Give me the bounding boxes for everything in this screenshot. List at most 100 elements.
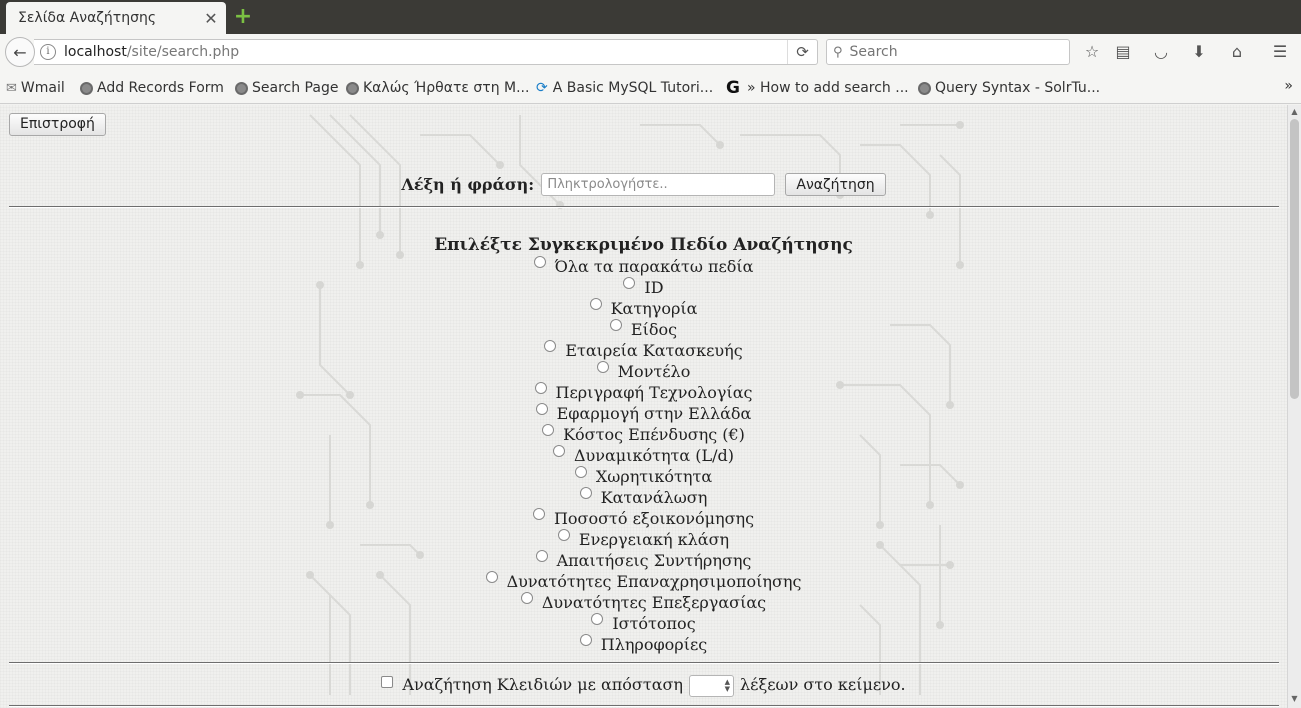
radio-button[interactable] bbox=[533, 256, 546, 268]
radio-button[interactable] bbox=[557, 529, 570, 541]
radio-button[interactable] bbox=[579, 634, 592, 646]
field-option-label: ID bbox=[644, 278, 664, 297]
radio-button[interactable] bbox=[591, 613, 604, 625]
bookmark-add-records[interactable]: Add Records Form bbox=[80, 78, 224, 98]
field-option-processing[interactable]: Δυνατότητες Επεξεργασίας bbox=[0, 592, 1287, 613]
bookmark-mysql-tutorial[interactable]: ⟳ A Basic MySQL Tutori... bbox=[536, 78, 713, 98]
bookmark-wmail[interactable]: ✉ Wmail bbox=[6, 78, 65, 98]
field-option-category[interactable]: Κατηγορία bbox=[0, 298, 1287, 319]
field-option-label: Απαιτήσεις Συντήρησης bbox=[556, 551, 752, 570]
browser-search-bar[interactable]: ⚲ bbox=[826, 39, 1070, 65]
url-path: /site/search.php bbox=[126, 44, 240, 60]
bookmark-how-to-add-search[interactable]: G » How to add search ... bbox=[726, 78, 909, 98]
url-bar[interactable]: i localhost/site/search.php ⟳ bbox=[34, 39, 818, 65]
bookmark-label: Wmail bbox=[20, 80, 65, 96]
radio-button[interactable] bbox=[609, 319, 622, 331]
field-option-label: Εφαρμογή στην Ελλάδα bbox=[556, 404, 752, 423]
keyword-distance-label: Αναζήτηση Κλειδιών με απόσταση bbox=[402, 675, 684, 694]
radio-button[interactable] bbox=[534, 382, 547, 394]
search-icon: ⚲ bbox=[833, 44, 843, 60]
field-radio-list: Όλα τα παρακάτω πεδία ID Κατηγορία Είδος… bbox=[0, 256, 1287, 655]
scroll-up-icon[interactable]: ▲ bbox=[1288, 107, 1301, 119]
reading-list-icon[interactable]: ▤ bbox=[1111, 40, 1135, 64]
bookmark-label: Search Page bbox=[252, 80, 339, 96]
search-button[interactable]: Αναζήτηση bbox=[785, 173, 886, 196]
new-tab-icon[interactable]: + bbox=[232, 6, 254, 28]
mysql-icon: ⟳ bbox=[536, 80, 548, 96]
radio-button[interactable] bbox=[574, 466, 587, 478]
bookmark-query-syntax[interactable]: Query Syntax - SolrTu... bbox=[918, 78, 1100, 98]
field-option-label: Μοντέλο bbox=[617, 362, 691, 381]
browser-titlebar: Σελίδα Αναζήτησης ✕ + bbox=[0, 0, 1301, 34]
radio-button[interactable] bbox=[542, 424, 555, 436]
close-tab-icon[interactable]: ✕ bbox=[204, 9, 218, 28]
radio-button[interactable] bbox=[623, 277, 636, 289]
field-option-label: Χωρητικότητα bbox=[595, 467, 713, 486]
globe-icon bbox=[80, 81, 93, 95]
bookmarks-overflow-icon[interactable]: » bbox=[1284, 78, 1293, 94]
field-option-savings-rate[interactable]: Ποσοστό εξοικονόμησης bbox=[0, 508, 1287, 529]
back-arrow-icon[interactable]: ← bbox=[5, 37, 35, 67]
bookmarks-toolbar: ✉ Wmail Add Records Form Search Page Καλ… bbox=[0, 70, 1301, 104]
radio-button[interactable] bbox=[596, 361, 609, 373]
search-row: Λέξη ή φράση: Αναζήτηση bbox=[0, 173, 1287, 199]
word-distance-stepper[interactable]: ▲ ▼ bbox=[689, 674, 735, 697]
browser-tab[interactable]: Σελίδα Αναζήτησης ✕ bbox=[6, 2, 226, 34]
bookmark-star-icon[interactable]: ☆ bbox=[1080, 40, 1104, 64]
radio-button[interactable] bbox=[535, 403, 548, 415]
divider bbox=[9, 206, 1279, 208]
hamburger-menu-icon[interactable]: ☰ bbox=[1268, 40, 1292, 64]
download-icon[interactable]: ⬇ bbox=[1187, 40, 1211, 64]
radio-button[interactable] bbox=[520, 592, 533, 604]
field-option-info[interactable]: Πληροφορίες bbox=[0, 634, 1287, 655]
field-option-label: Ιστότοπος bbox=[612, 614, 696, 633]
field-option-reuse[interactable]: Δυνατότητες Επαναχρησιμοποίησης bbox=[0, 571, 1287, 592]
search-input[interactable] bbox=[541, 173, 776, 196]
radio-button[interactable] bbox=[552, 445, 565, 457]
navigation-toolbar: i localhost/site/search.php ⟳ ← ⚲ ☆ ▤ ◡ … bbox=[0, 34, 1301, 70]
radio-button[interactable] bbox=[579, 487, 592, 499]
field-option-volume[interactable]: Χωρητικότητα bbox=[0, 466, 1287, 487]
field-option-model[interactable]: Μοντέλο bbox=[0, 361, 1287, 382]
field-option-type[interactable]: Είδος bbox=[0, 319, 1287, 340]
field-option-manufacturer[interactable]: Εταιρεία Κατασκευής bbox=[0, 340, 1287, 361]
home-icon[interactable]: ⌂ bbox=[1225, 40, 1249, 64]
field-option-investment-cost[interactable]: Κόστος Επένδυσης (€) bbox=[0, 424, 1287, 445]
field-option-maintenance[interactable]: Απαιτήσεις Συντήρησης bbox=[0, 550, 1287, 571]
field-option-id[interactable]: ID bbox=[0, 277, 1287, 298]
field-option-energy-class[interactable]: Ενεργειακή κλάση bbox=[0, 529, 1287, 550]
search-label: Λέξη ή φράση: bbox=[401, 175, 535, 194]
pocket-icon[interactable]: ◡ bbox=[1149, 40, 1173, 64]
page-scrollbar[interactable]: ▲ ▼ bbox=[1287, 105, 1301, 708]
keyword-distance-row: Αναζήτηση Κλειδιών με απόσταση ▲ ▼ λέξεων σ… bbox=[0, 673, 1287, 697]
radio-button[interactable] bbox=[589, 298, 602, 310]
field-option-label: Ποσοστό εξοικονόμησης bbox=[553, 509, 755, 528]
radio-button[interactable] bbox=[485, 571, 498, 583]
scroll-down-icon[interactable]: ▼ bbox=[1288, 694, 1301, 706]
field-option-label: Ενεργειακή κλάση bbox=[578, 530, 730, 549]
globe-icon bbox=[346, 81, 359, 95]
globe-icon bbox=[918, 81, 931, 95]
radio-button[interactable] bbox=[544, 340, 557, 352]
back-button[interactable]: Επιστροφή bbox=[9, 113, 106, 136]
reload-icon[interactable]: ⟳ bbox=[787, 40, 817, 64]
field-option-website[interactable]: Ιστότοπος bbox=[0, 613, 1287, 634]
bookmark-welcome[interactable]: Καλώς Ήρθατε στη Μ... bbox=[346, 78, 529, 98]
field-option-all[interactable]: Όλα τα παρακάτω πεδία bbox=[0, 256, 1287, 277]
scrollbar-thumb[interactable] bbox=[1290, 119, 1299, 399]
radio-button[interactable] bbox=[532, 508, 545, 520]
field-option-capacity-ld[interactable]: Δυναμικότητα (L/d) bbox=[0, 445, 1287, 466]
site-info-icon[interactable]: i bbox=[40, 44, 56, 60]
keyword-distance-checkbox[interactable] bbox=[381, 676, 394, 688]
browser-search-input[interactable] bbox=[847, 43, 1048, 61]
radio-button[interactable] bbox=[535, 550, 548, 562]
field-option-greece-application[interactable]: Εφαρμογή στην Ελλάδα bbox=[0, 403, 1287, 424]
field-option-tech-description[interactable]: Περιγραφή Τεχνολογίας bbox=[0, 382, 1287, 403]
field-option-label: Είδος bbox=[630, 320, 678, 339]
google-icon: G bbox=[726, 78, 740, 98]
field-option-consumption[interactable]: Κατανάλωση bbox=[0, 487, 1287, 508]
stepper-arrows-icon[interactable]: ▲ ▼ bbox=[725, 678, 730, 693]
bookmark-search-page[interactable]: Search Page bbox=[235, 78, 338, 98]
field-option-label: Κόστος Επένδυσης (€) bbox=[563, 425, 745, 444]
field-option-label: Πληροφορίες bbox=[600, 635, 708, 654]
